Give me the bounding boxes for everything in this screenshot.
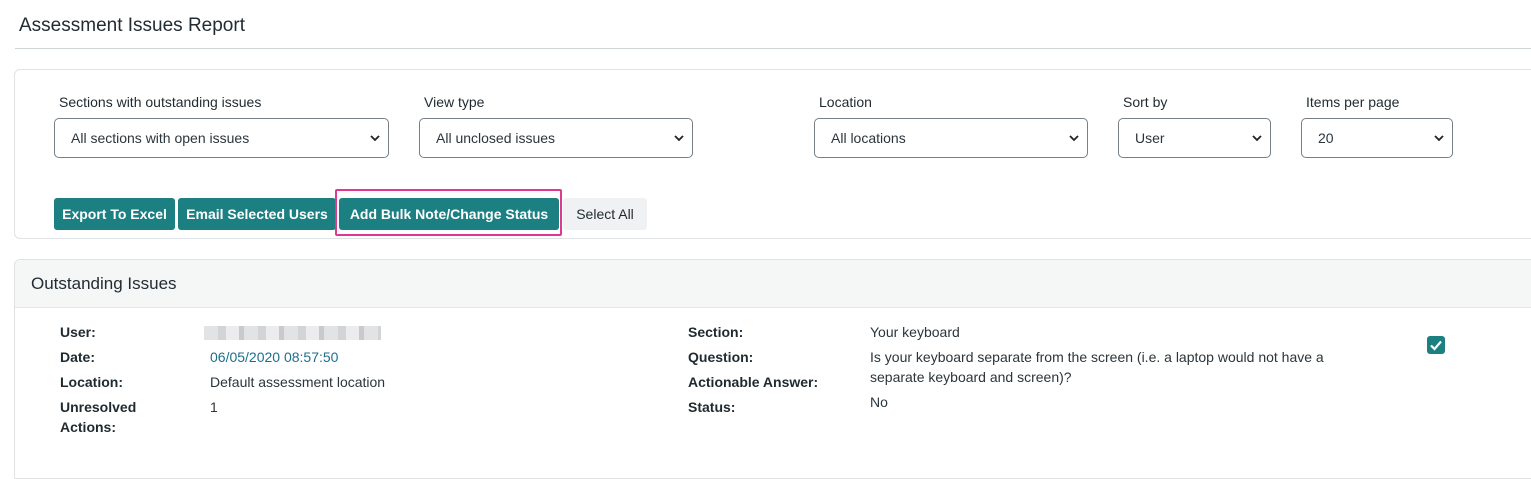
chevron-down-icon xyxy=(1069,135,1079,142)
issues-header: Outstanding Issues xyxy=(15,260,1531,308)
email-selected-users-button[interactable]: Email Selected Users xyxy=(178,198,336,230)
location-select[interactable]: All locations xyxy=(814,118,1088,158)
unresolved-actions-label: Actions: xyxy=(60,419,116,435)
items-per-page-label: Items per page xyxy=(1306,94,1400,110)
chevron-down-icon xyxy=(1434,135,1444,142)
section-label: Section: xyxy=(688,324,744,340)
export-to-excel-button[interactable]: Export To Excel xyxy=(54,198,175,230)
unresolved-label: Unresolved xyxy=(60,399,137,415)
status-label: Status: xyxy=(688,399,736,415)
sections-filter-label: Sections with outstanding issues xyxy=(59,94,262,110)
issue-answer: No xyxy=(870,394,888,410)
sort-by-label: Sort by xyxy=(1123,94,1168,110)
location-select-value: All locations xyxy=(831,130,906,146)
issue-location: Default assessment location xyxy=(210,374,386,390)
location-label: Location xyxy=(819,94,872,110)
page-title: Assessment Issues Report xyxy=(19,15,245,36)
sections-select-value: All sections with open issues xyxy=(71,130,250,146)
chevron-down-icon xyxy=(1252,135,1262,142)
items-per-page-select[interactable]: 20 xyxy=(1301,118,1453,158)
chevron-down-icon xyxy=(370,135,380,142)
date-label: Date: xyxy=(60,349,96,365)
sort-by-select[interactable]: User xyxy=(1118,118,1271,158)
check-icon xyxy=(1430,340,1442,351)
issue-section: Your keyboard xyxy=(870,324,960,340)
redacted-user-name xyxy=(204,326,381,340)
sort-by-select-value: User xyxy=(1135,130,1165,146)
view-type-label: View type xyxy=(424,94,485,110)
view-type-select[interactable]: All unclosed issues xyxy=(419,118,693,158)
issue-question-line2: separate keyboard and screen)? xyxy=(870,369,1072,385)
actionable-answer-label: Actionable Answer: xyxy=(688,374,819,390)
question-label: Question: xyxy=(688,349,754,365)
items-per-page-select-value: 20 xyxy=(1318,130,1334,146)
sections-select[interactable]: All sections with open issues xyxy=(54,118,389,158)
chevron-down-icon xyxy=(674,135,684,142)
issue-date: 06/05/2020 08:57:50 xyxy=(210,349,339,365)
view-type-select-value: All unclosed issues xyxy=(436,130,556,146)
unresolved-count: 1 xyxy=(210,399,218,415)
add-bulk-note-button[interactable]: Add Bulk Note/Change Status xyxy=(339,198,559,230)
issue-question-line1: Is your keyboard separate from the scree… xyxy=(870,349,1324,365)
title-divider xyxy=(15,48,1531,49)
select-all-button[interactable]: Select All xyxy=(563,198,647,230)
issues-title: Outstanding Issues xyxy=(31,274,177,293)
location-field-label: Location: xyxy=(60,374,123,390)
user-label: User: xyxy=(60,324,96,340)
outstanding-issues-panel: Outstanding Issues xyxy=(14,259,1531,479)
issue-select-checkbox[interactable] xyxy=(1427,336,1445,354)
